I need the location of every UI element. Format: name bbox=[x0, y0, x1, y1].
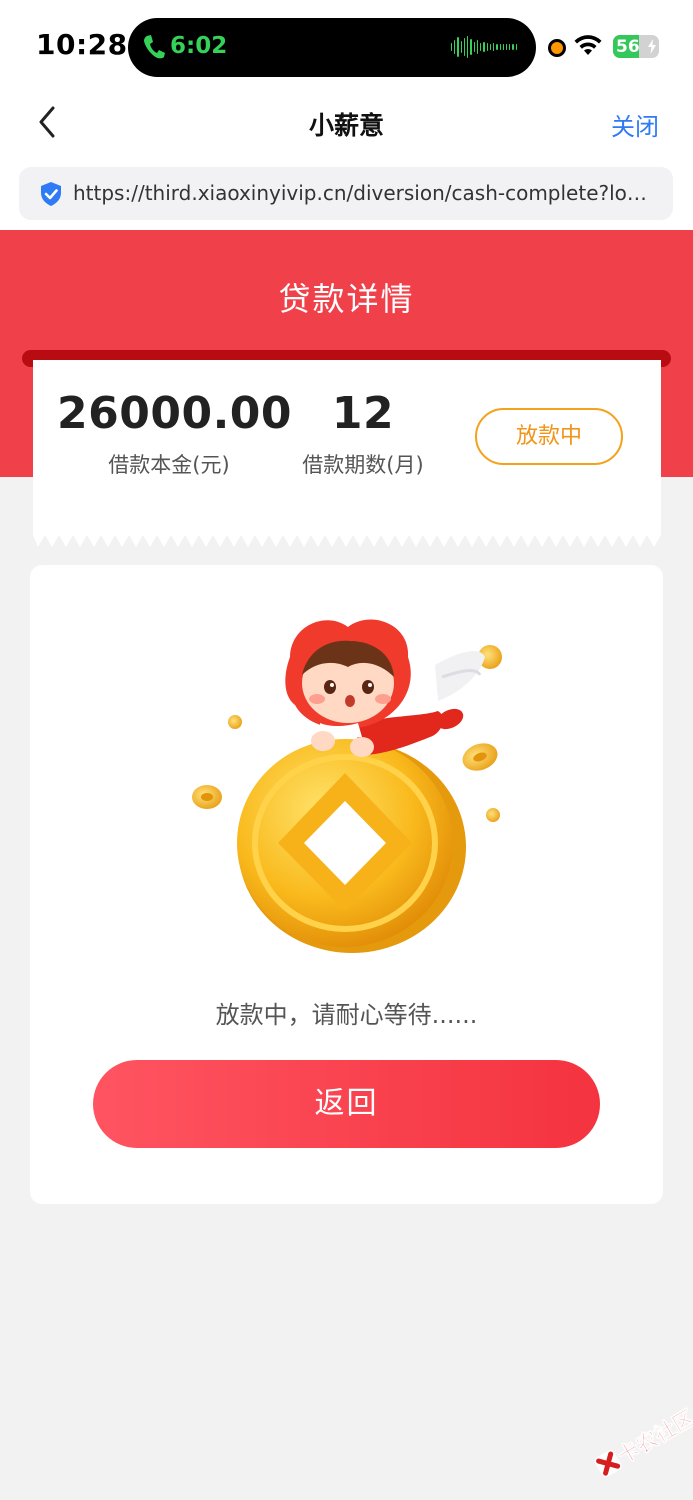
cupid-coin-illustration bbox=[192, 619, 502, 953]
url-bar[interactable]: https://third.xiaoxinyivip.cn/diversion/… bbox=[19, 167, 673, 220]
term-stat: 12 借款期数(月) bbox=[291, 388, 435, 479]
url-row: https://third.xiaoxinyivip.cn/diversion/… bbox=[0, 158, 693, 230]
recording-indicator-icon bbox=[548, 39, 566, 57]
close-button[interactable]: 关闭 bbox=[611, 107, 659, 142]
url-text: https://third.xiaoxinyivip.cn/diversion/… bbox=[73, 181, 659, 205]
charging-bolt-icon bbox=[648, 39, 656, 54]
audio-wave-icon bbox=[451, 36, 517, 58]
principal-stat: 26000.00 借款本金(元) bbox=[57, 388, 293, 479]
main-card: 放款中，请耐心等待...... 返回 bbox=[30, 565, 663, 1204]
phone-icon bbox=[144, 35, 165, 59]
loan-summary-card: 26000.00 借款本金(元) 12 借款期数(月) 放款中 bbox=[33, 360, 661, 532]
principal-value: 26000.00 bbox=[57, 388, 293, 439]
wifi-icon bbox=[574, 35, 602, 55]
page-title: 小薪意 bbox=[308, 111, 384, 140]
header-title: 贷款详情 bbox=[278, 280, 415, 318]
battery-icon: 56 bbox=[613, 35, 659, 58]
nav-bar: 小薪意 关闭 bbox=[0, 90, 693, 158]
term-label: 借款期数(月) bbox=[302, 453, 424, 477]
shield-check-icon bbox=[41, 182, 61, 206]
status-bar: 10:28 6:02 56 bbox=[0, 0, 693, 90]
watermark: 卡农社区 bbox=[575, 1378, 693, 1500]
status-badge: 放款中 bbox=[475, 408, 623, 465]
status-time: 10:28 bbox=[36, 28, 128, 61]
term-value: 12 bbox=[331, 388, 395, 439]
call-duration: 6:02 bbox=[170, 33, 228, 59]
return-button[interactable]: 返回 bbox=[93, 1060, 600, 1148]
wait-message: 放款中，请耐心等待...... bbox=[215, 1001, 478, 1029]
principal-label: 借款本金(元) bbox=[108, 453, 230, 477]
dynamic-island-call[interactable]: 6:02 bbox=[128, 18, 536, 77]
page: 10:28 6:02 56 小薪意 关闭 https://third.xiaox… bbox=[0, 0, 693, 1500]
ticket-zigzag-edge bbox=[33, 531, 661, 547]
watermark-text: 卡农社区 bbox=[613, 1405, 693, 1469]
